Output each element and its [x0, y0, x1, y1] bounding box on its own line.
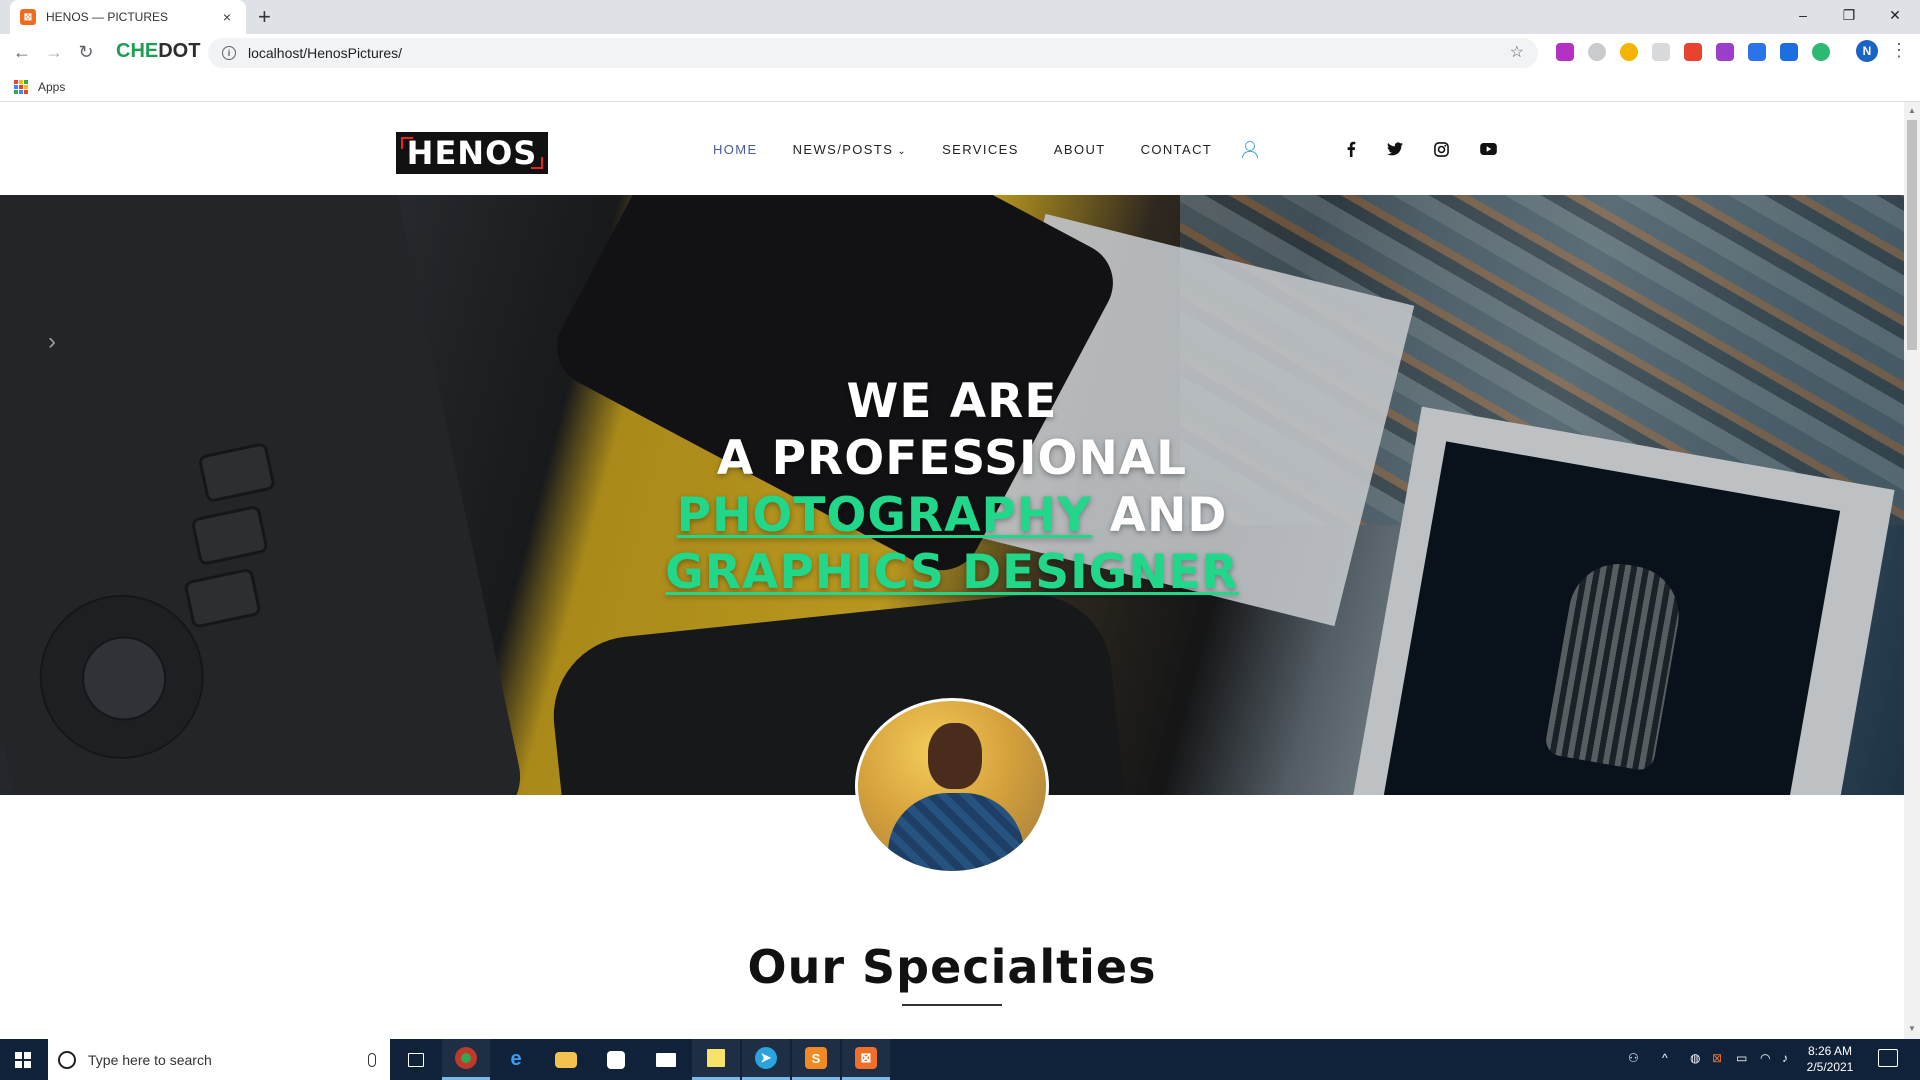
- site-header: HENOS HOME NEWS/POSTS ⌄ SERVICES ABOUT CO…: [0, 102, 1904, 195]
- action-center-icon[interactable]: [1878, 1049, 1898, 1067]
- youtube-icon[interactable]: [1475, 136, 1501, 162]
- user-account-icon[interactable]: [1241, 140, 1259, 158]
- start-button[interactable]: [0, 1039, 46, 1080]
- hero-headline: WE ARE A PROFESSIONAL PHOTOGRAPHY AND GR…: [0, 373, 1904, 601]
- browser-brand[interactable]: CHEDOT: [116, 40, 200, 63]
- extension-puzzle-icon[interactable]: [1652, 43, 1670, 61]
- extension-screen-icon[interactable]: [1556, 43, 1574, 61]
- hero-line-3: PHOTOGRAPHY AND: [676, 488, 1228, 543]
- whatsapp-icon[interactable]: [1588, 43, 1606, 61]
- slider-next-arrow-icon[interactable]: ›: [48, 328, 56, 356]
- minimize-button[interactable]: –: [1780, 0, 1826, 30]
- apps-bookmark[interactable]: Apps: [38, 80, 65, 94]
- new-tab-button[interactable]: +: [258, 4, 271, 30]
- restore-button[interactable]: ❐: [1826, 0, 1872, 30]
- nav-news-posts[interactable]: NEWS/POSTS ⌄: [793, 142, 907, 157]
- sublime-text-icon[interactable]: S: [792, 1039, 840, 1080]
- reload-icon[interactable]: ↻: [74, 42, 98, 63]
- chevron-down-icon: ⌄: [897, 145, 908, 157]
- tray-chevron-icon[interactable]: ^: [1662, 1051, 1668, 1065]
- settings-gear-icon[interactable]: [1812, 43, 1830, 61]
- hero-highlight-graphics-designer[interactable]: GRAPHICS DESIGNER: [665, 545, 1239, 600]
- title-underline: [902, 1004, 1002, 1006]
- xampp-icon[interactable]: ⊠: [842, 1039, 890, 1080]
- taskbar-search[interactable]: Type here to search: [48, 1039, 390, 1080]
- people-icon[interactable]: ⚇: [1628, 1051, 1639, 1065]
- main-nav: HOME NEWS/POSTS ⌄ SERVICES ABOUT CONTACT: [713, 140, 1259, 158]
- page-scrollbar[interactable]: ▲ ▼: [1904, 102, 1920, 1039]
- chedot-browser-icon[interactable]: [442, 1039, 490, 1080]
- translate-icon[interactable]: [1780, 43, 1798, 61]
- windows-logo-icon: [15, 1051, 31, 1068]
- forward-arrow-icon[interactable]: →: [42, 42, 66, 63]
- info-icon[interactable]: i: [222, 46, 236, 60]
- xampp-favicon-icon: ⊠: [20, 9, 36, 25]
- tab-close-icon[interactable]: ×: [218, 9, 236, 25]
- site-logo[interactable]: HENOS: [396, 132, 548, 174]
- scroll-up-icon[interactable]: ▲: [1908, 106, 1916, 115]
- file-explorer-icon[interactable]: [542, 1039, 590, 1080]
- scroll-down-icon[interactable]: ▼: [1908, 1024, 1916, 1033]
- tab-title: HENOS — PICTURES: [46, 10, 169, 24]
- volume-icon[interactable]: ♪: [1782, 1051, 1788, 1065]
- edge-icon[interactable]: e: [492, 1039, 540, 1080]
- telegram-icon[interactable]: ➤: [742, 1039, 790, 1080]
- search-placeholder[interactable]: Type here to search: [88, 1052, 368, 1068]
- video-downloader-icon[interactable]: [1684, 43, 1702, 61]
- close-window-button[interactable]: ✕: [1872, 0, 1918, 30]
- microphone-icon[interactable]: [368, 1052, 376, 1067]
- download-icon[interactable]: [1716, 43, 1734, 61]
- facebook-extension-icon[interactable]: [1748, 43, 1766, 61]
- browser-tab-bar: ⊠ HENOS — PICTURES × + – ❐ ✕: [0, 0, 1920, 34]
- nav-contact[interactable]: CONTACT: [1141, 142, 1213, 157]
- scroll-thumb[interactable]: [1907, 120, 1917, 350]
- bookmarks-bar: Apps: [0, 72, 1920, 102]
- wifi-icon[interactable]: ◠: [1760, 1051, 1770, 1065]
- nav-services[interactable]: SERVICES: [942, 142, 1019, 157]
- url-text[interactable]: localhost/HenosPictures/: [248, 45, 402, 61]
- web-page: HENOS HOME NEWS/POSTS ⌄ SERVICES ABOUT CO…: [0, 102, 1904, 1039]
- bookmark-star-icon[interactable]: ☆: [1510, 42, 1524, 62]
- messenger-icon[interactable]: [1620, 43, 1638, 61]
- instagram-icon[interactable]: [1428, 136, 1454, 162]
- profile-avatar[interactable]: N: [1856, 40, 1878, 62]
- hero-line-1: WE ARE: [846, 374, 1058, 429]
- section-title: Our Specialties: [747, 940, 1157, 994]
- browser-tab[interactable]: ⊠ HENOS — PICTURES ×: [10, 0, 246, 34]
- clock-date: 2/5/2021: [1806, 1060, 1854, 1074]
- taskbar-clock[interactable]: 8:26 AM 2/5/2021: [1790, 1043, 1870, 1075]
- battery-icon[interactable]: ▭: [1736, 1051, 1747, 1065]
- windows-taskbar: Type here to search e ➤ S ⊠ ⚇ ^ ◍ ⊠ ▭ ◠ …: [0, 1039, 1920, 1080]
- facebook-icon[interactable]: [1338, 136, 1364, 162]
- hero-line-2: A PROFESSIONAL: [716, 431, 1188, 486]
- apps-grid-icon[interactable]: [14, 80, 28, 94]
- profile-photo: [855, 698, 1049, 874]
- nav-home[interactable]: HOME: [713, 142, 758, 157]
- hero-line-4: GRAPHICS DESIGNER: [0, 544, 1904, 601]
- task-view-icon[interactable]: [392, 1039, 440, 1080]
- cortana-icon: [58, 1050, 76, 1069]
- back-arrow-icon[interactable]: ←: [10, 42, 34, 63]
- browser-toolbar: ← → ↻ CHEDOT i localhost/HenosPictures/ …: [0, 34, 1920, 72]
- store-icon[interactable]: [592, 1039, 640, 1080]
- clock-time: 8:26 AM: [1807, 1044, 1853, 1058]
- twitter-icon[interactable]: [1382, 136, 1408, 162]
- hero-highlight-photography[interactable]: PHOTOGRAPHY: [677, 488, 1093, 543]
- address-bar[interactable]: i localhost/HenosPictures/ ☆: [208, 38, 1538, 68]
- nav-about[interactable]: ABOUT: [1054, 142, 1106, 157]
- mail-icon[interactable]: [642, 1039, 690, 1080]
- menu-kebab-icon[interactable]: ⋮: [1890, 40, 1908, 61]
- sticky-notes-icon[interactable]: [692, 1039, 740, 1080]
- tray-xampp-icon[interactable]: ⊠: [1712, 1051, 1722, 1065]
- tray-app-icon[interactable]: ◍: [1690, 1051, 1700, 1065]
